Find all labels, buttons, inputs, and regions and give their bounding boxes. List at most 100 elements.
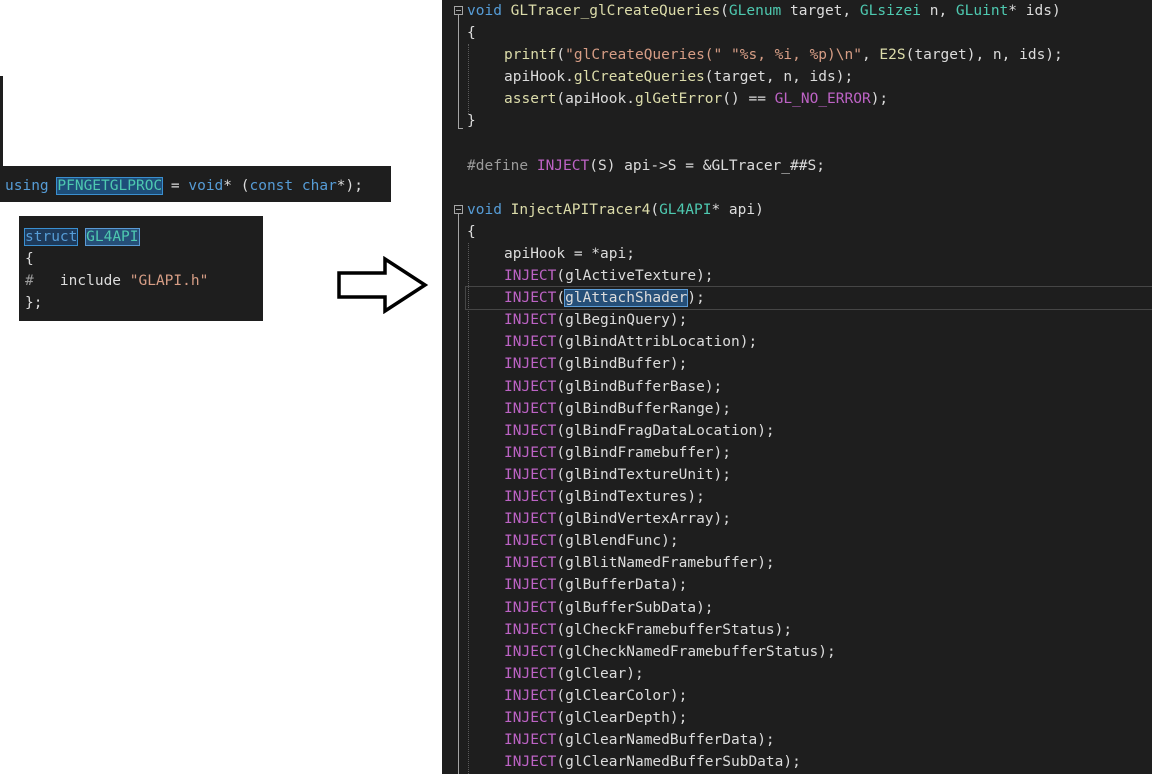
code-line-apihook-call: apiHook.glCreateQueries(target, n, ids); — [504, 66, 853, 88]
macro-name: INJECT — [504, 754, 557, 771]
inject-arg[interactable]: glClearColor — [565, 688, 670, 704]
macro-name: INJECT — [504, 687, 557, 704]
code-token: ( — [556, 312, 566, 329]
inject-arg[interactable]: glCheckNamedFramebufferStatus — [565, 644, 818, 660]
code-token: ( — [556, 511, 566, 528]
inject-arg[interactable]: glClearNamedBufferSubData — [565, 754, 783, 770]
macro-name: INJECT — [504, 577, 557, 594]
code-token: ); — [696, 268, 714, 284]
inject-arg[interactable]: glBindBuffer — [565, 356, 670, 372]
macro-name: INJECT — [504, 290, 557, 307]
inject-line: INJECT(glClear); — [504, 663, 644, 685]
macro-name: INJECT — [504, 599, 557, 616]
code-token: ); — [713, 444, 731, 461]
code-token: ( — [556, 466, 566, 483]
code-token: ); — [626, 665, 644, 682]
code-token: ( — [556, 444, 566, 461]
code-token: ); — [783, 754, 801, 771]
inject-line: INJECT(glBlendFunc); — [504, 530, 679, 552]
snippet-edge — [0, 76, 3, 168]
inject-line: INJECT(glCheckNamedFramebufferStatus); — [504, 641, 836, 663]
inject-line: INJECT(glBindBufferRange); — [504, 398, 731, 420]
function-name: glGetError — [634, 91, 723, 107]
code-line-apihook-assign: apiHook = *api; — [504, 246, 635, 262]
indent-guide — [468, 44, 469, 114]
inject-line: INJECT(glBindVertexArray); — [504, 508, 731, 530]
inject-arg[interactable]: glBindFramebuffer — [565, 445, 713, 461]
macro-name: GL_NO_ERROR — [774, 91, 871, 107]
code-line-open-brace: { — [467, 224, 476, 240]
inject-line: INJECT(glClearNamedBufferData); — [504, 729, 775, 751]
inject-arg[interactable]: glBindVertexArray — [565, 511, 713, 527]
macro-name: INJECT — [504, 665, 557, 682]
code-token: , — [861, 47, 880, 63]
inject-arg[interactable]: glBindFragDataLocation — [565, 423, 757, 439]
code-token: ); — [739, 334, 758, 351]
inject-arg[interactable]: glBlendFunc — [565, 533, 661, 549]
inject-arg[interactable]: glBindAttribLocation — [565, 334, 740, 350]
struct-name-highlight[interactable]: GL4API — [85, 228, 140, 246]
collapse-icon[interactable] — [454, 205, 463, 214]
macro-name: INJECT — [504, 312, 557, 329]
inject-arg[interactable]: glBlitNamedFramebuffer — [565, 555, 757, 571]
void-keyword: void — [467, 3, 502, 19]
macro-name: INJECT — [504, 334, 557, 351]
struct-close-brace: }; — [25, 295, 43, 311]
inject-arg[interactable]: glCheckFramebufferStatus — [565, 622, 775, 638]
code-token: ( — [556, 268, 566, 284]
struct-open-brace: { — [25, 251, 34, 267]
inject-arg[interactable]: glBindTextureUnit — [565, 467, 713, 483]
code-token: ( — [556, 643, 566, 660]
string-literal: "glCreateQueries(" — [565, 47, 723, 63]
code-token: ( — [556, 290, 566, 307]
inject-line: INJECT(glBindBuffer); — [504, 353, 687, 375]
macro-name: INJECT — [504, 533, 557, 550]
inject-line: INJECT(glClearNamedBufferSubData); — [504, 751, 801, 773]
code-token: ); — [713, 511, 731, 528]
alias-name-highlight[interactable]: PFNGETGLPROC — [56, 177, 164, 195]
inject-arg[interactable]: glClear — [565, 666, 626, 682]
inject-arg[interactable]: glBindBufferBase — [565, 379, 705, 395]
macro-name: INJECT — [504, 489, 557, 505]
code-editor[interactable]: void GLTracer_glCreateQueries (GLenum tar… — [442, 0, 1152, 774]
code-token: ( — [556, 334, 566, 351]
inject-arg[interactable]: glBufferSubData — [565, 600, 696, 616]
code-token: ); — [713, 466, 731, 483]
code-token: ( — [556, 489, 566, 505]
include-line: # include "GLAPI.h" — [25, 270, 208, 292]
code-line-define: #define INJECT(S) api->S = &GLTracer_##S… — [467, 155, 825, 177]
collapse-icon[interactable] — [454, 6, 463, 15]
code-token: ); — [818, 643, 836, 660]
code-token: apiHook. — [504, 69, 574, 85]
function-name: glCreateQueries — [573, 69, 705, 85]
type-name: GLenum — [728, 3, 782, 19]
code-line-fn1-signature: void GLTracer_glCreateQueries(GLenum tar… — [467, 0, 1061, 22]
function-name: printf — [504, 47, 557, 63]
code-token: ( — [556, 621, 566, 638]
inject-arg[interactable]: glBufferData — [565, 577, 670, 593]
code-token: ( — [556, 555, 566, 572]
inject-arg[interactable]: glActiveTexture — [565, 268, 696, 284]
code-token: n, — [920, 3, 956, 19]
inject-arg[interactable]: glBindTextures — [565, 489, 687, 505]
inject-arg[interactable]: glClearDepth — [565, 710, 670, 726]
code-line-fn2-signature: void InjectAPITracer4(GL4API* api) — [467, 199, 764, 221]
code-token: ( — [556, 577, 566, 594]
macro-name: INJECT — [504, 466, 557, 483]
macro-name: INJECT — [504, 268, 557, 284]
code-token: (apiHook. — [556, 91, 635, 107]
function-name: GLTracer_glCreateQueries — [510, 3, 721, 19]
code-token: ( — [556, 665, 566, 682]
type-name: GL4API — [659, 202, 712, 218]
inject-arg[interactable]: glBeginQuery — [565, 312, 670, 328]
code-token: (target), n, ids); — [905, 47, 1063, 63]
inject-line: INJECT(glBindTextures); — [504, 486, 705, 508]
inject-arg[interactable]: glClearNamedBufferData — [565, 732, 757, 748]
code-token: ( — [556, 356, 566, 373]
using-line: using PFNGETGLPROC = void* (const char*)… — [5, 176, 363, 196]
inject-arg-highlight[interactable]: glAttachShader — [564, 289, 689, 308]
code-token: ( — [556, 599, 566, 616]
code-token: * ids) — [1008, 3, 1061, 19]
inject-line: INJECT(glCheckFramebufferStatus); — [504, 619, 792, 641]
inject-arg[interactable]: glBindBufferRange — [565, 401, 713, 417]
